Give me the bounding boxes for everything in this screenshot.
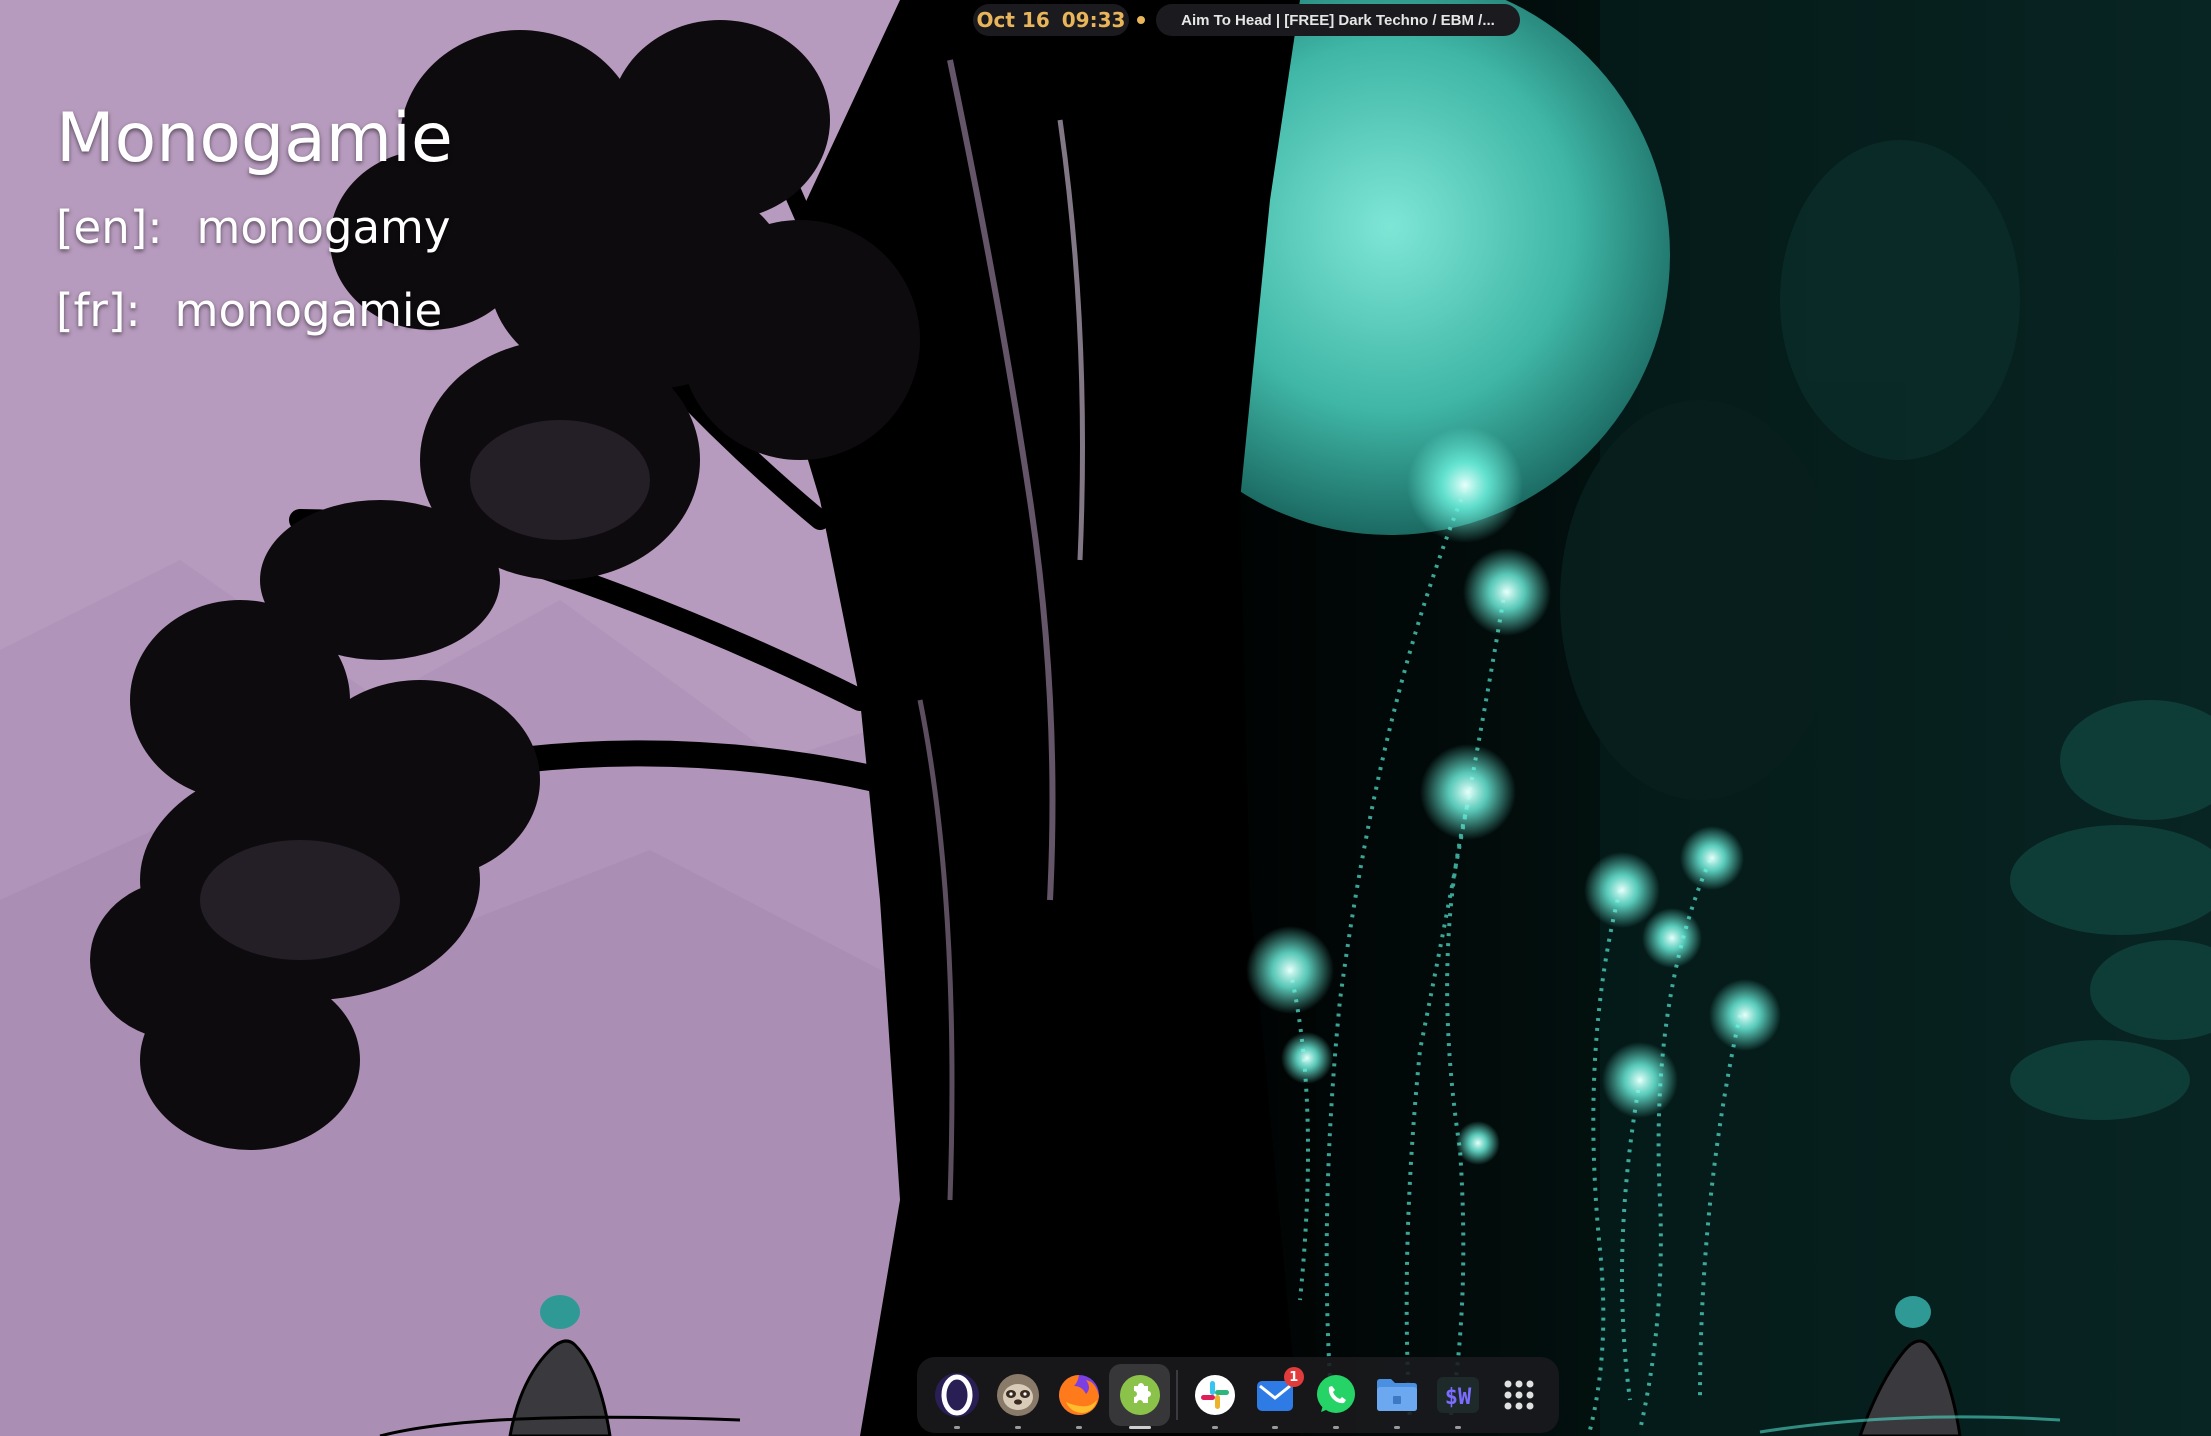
mail-badge: 1 bbox=[1283, 1367, 1304, 1387]
dock-item-slack[interactable] bbox=[1184, 1364, 1245, 1429]
translation-lang: [en]: bbox=[56, 201, 163, 254]
clock-indicator[interactable]: Oct 16 09:33 bbox=[973, 4, 1129, 36]
dock: 1 $W bbox=[917, 1357, 1559, 1433]
dock-item-opera[interactable] bbox=[927, 1364, 988, 1429]
dock-item-extensions[interactable] bbox=[1109, 1364, 1171, 1429]
slack-icon bbox=[1194, 1375, 1235, 1415]
translation-text: monogamy bbox=[196, 201, 451, 254]
dock-item-terminal[interactable]: $W bbox=[1427, 1364, 1488, 1429]
dock-item-show-apps[interactable] bbox=[1488, 1364, 1549, 1426]
dock-item-sloth-app[interactable] bbox=[988, 1364, 1049, 1429]
word-title: Monogamie bbox=[56, 99, 453, 178]
notification-dot-icon bbox=[1137, 16, 1145, 24]
clock-date: Oct 16 bbox=[976, 8, 1050, 32]
firefox-icon bbox=[1058, 1375, 1099, 1415]
translation-row-fr: [fr]: monogamie bbox=[56, 269, 453, 352]
terminal-icon: $W bbox=[1436, 1377, 1479, 1413]
dock-separator bbox=[1176, 1370, 1179, 1420]
translation-row-en: [en]: monogamy bbox=[56, 186, 453, 269]
extensions-puzzle-icon bbox=[1119, 1375, 1160, 1415]
dock-item-mail[interactable]: 1 bbox=[1245, 1364, 1306, 1429]
media-player-indicator[interactable]: Aim To Head | [FREE] Dark Techno / EBM /… bbox=[1156, 4, 1520, 36]
sloth-avatar-icon bbox=[997, 1374, 1040, 1416]
translation-text: monogamie bbox=[174, 284, 443, 337]
dock-item-whatsapp[interactable] bbox=[1306, 1364, 1367, 1429]
dock-item-files[interactable] bbox=[1367, 1364, 1428, 1429]
terminal-label: $W bbox=[1444, 1385, 1471, 1410]
opera-icon bbox=[935, 1373, 980, 1417]
clock-time: 09:33 bbox=[1061, 8, 1126, 32]
translation-lang: [fr]: bbox=[56, 284, 141, 337]
word-of-the-day-widget: Monogamie [en]: monogamy [fr]: monogamie bbox=[56, 92, 453, 352]
whatsapp-icon bbox=[1317, 1375, 1356, 1413]
dock-item-firefox[interactable] bbox=[1049, 1364, 1110, 1429]
media-title: Aim To Head | [FREE] Dark Techno / EBM /… bbox=[1181, 11, 1495, 29]
app-grid-icon bbox=[1504, 1380, 1534, 1410]
files-folder-icon bbox=[1376, 1379, 1417, 1411]
